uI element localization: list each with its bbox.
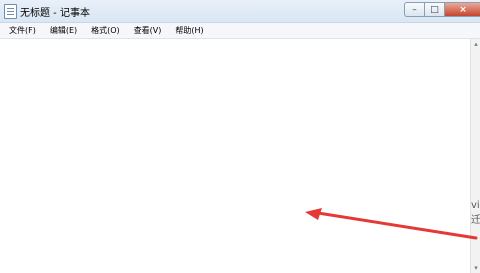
notepad-icon [4, 4, 17, 19]
menu-edit[interactable]: 编辑(E) [45, 25, 82, 36]
window-controls: – □ × [404, 2, 480, 18]
red-arrow-annotation [305, 208, 478, 240]
menu-view[interactable]: 查看(V) [129, 25, 167, 36]
maximize-button[interactable]: □ [424, 2, 444, 17]
menu-bar: 文件(F) 编辑(E) 格式(O) 查看(V) 帮助(H) [0, 23, 480, 39]
arrow-head [305, 208, 322, 220]
menu-file[interactable]: 文件(F) [4, 25, 41, 36]
maximize-icon: □ [430, 4, 439, 15]
minimize-button[interactable]: – [404, 2, 424, 17]
scroll-down-button[interactable]: ▾ [471, 263, 480, 273]
close-icon: × [459, 4, 467, 15]
arrow-shaft [316, 211, 478, 240]
scroll-up-button[interactable]: ▴ [471, 39, 480, 49]
minimize-icon: – [412, 4, 417, 15]
close-button[interactable]: × [444, 2, 480, 17]
window-titlebar: 无标题 - 记事本 – □ × [0, 0, 480, 23]
menu-help[interactable]: 帮助(H) [170, 25, 208, 36]
window-title: 无标题 - 记事本 [20, 8, 90, 19]
menu-format[interactable]: 格式(O) [86, 25, 125, 36]
